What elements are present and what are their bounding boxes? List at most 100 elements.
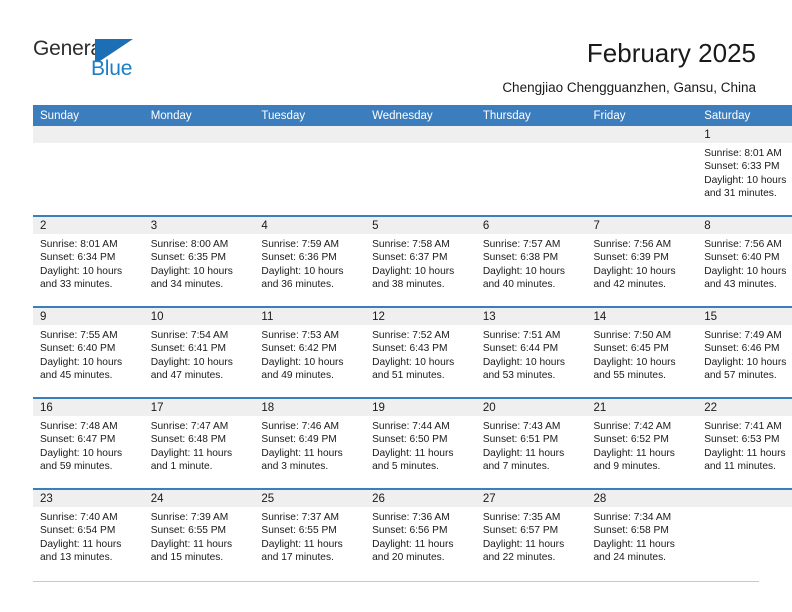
day-cell-inner: 22 Sunrise: 7:41 AM Sunset: 6:53 PM Dayligh… (697, 399, 792, 488)
day-number: 6 (475, 217, 587, 234)
calendar-day-cell-empty (254, 126, 366, 216)
day-cell-inner: 8 Sunrise: 7:56 AM Sunset: 6:40 PM Daylight… (697, 217, 792, 306)
sunset-text: Sunset: 6:43 PM (372, 343, 448, 355)
calendar-day-cell[interactable]: 11 Sunrise: 7:53 AM Sunset: 6:42 PM Dayligh… (254, 306, 366, 398)
calendar-day-cell[interactable]: 16 Sunrise: 7:48 AM Sunset: 6:47 PM Dayligh… (33, 397, 144, 489)
daylight-text: Daylight: 10 hours and 31 minutes. (704, 174, 787, 199)
day-number: 27 (475, 490, 587, 507)
sunrise-text: Sunrise: 7:37 AM (261, 512, 339, 523)
day-sun-info: Sunrise: 7:56 AM Sunset: 6:39 PM Daylight:… (587, 234, 698, 291)
calendar-day-cell-empty (586, 126, 698, 216)
day-sun-info: Sunrise: 7:52 AM Sunset: 6:43 PM Daylight:… (365, 325, 476, 382)
sunset-text: Sunset: 6:49 PM (261, 434, 337, 446)
brand-logo[interactable]: General Blue (33, 37, 173, 87)
calendar-day-cell[interactable]: 28 Sunrise: 7:34 AM Sunset: 6:58 PM Dayligh… (586, 488, 698, 579)
calendar-day-cell[interactable]: 21 Sunrise: 7:42 AM Sunset: 6:52 PM Dayligh… (586, 397, 698, 489)
calendar-day-cell[interactable]: 24 Sunrise: 7:39 AM Sunset: 6:55 PM Dayligh… (143, 488, 255, 579)
day-sun-info: Sunrise: 8:01 AM Sunset: 6:34 PM Daylight:… (33, 234, 144, 291)
day-number: 21 (586, 399, 698, 416)
calendar-day-cell-empty (33, 126, 144, 216)
calendar-day-cell[interactable]: 10 Sunrise: 7:54 AM Sunset: 6:41 PM Dayligh… (143, 306, 255, 398)
day-cell-inner: 1 Sunrise: 8:01 AM Sunset: 6:33 PM Daylight… (697, 126, 792, 215)
calendar-day-cell[interactable]: 1 Sunrise: 8:01 AM Sunset: 6:33 PM Daylight… (697, 126, 792, 216)
calendar-day-cell[interactable]: 12 Sunrise: 7:52 AM Sunset: 6:43 PM Dayligh… (365, 306, 476, 398)
calendar-day-cell[interactable]: 9 Sunrise: 7:55 AM Sunset: 6:40 PM Daylight… (33, 306, 144, 398)
day-cell-inner: 21 Sunrise: 7:42 AM Sunset: 6:52 PM Dayligh… (586, 399, 698, 488)
day-sun-info: Sunrise: 7:42 AM Sunset: 6:52 PM Daylight:… (587, 416, 698, 473)
sunrise-text: Sunrise: 7:53 AM (261, 330, 339, 341)
calendar-day-cell[interactable]: 5 Sunrise: 7:58 AM Sunset: 6:37 PM Daylight… (365, 215, 476, 307)
calendar-day-cell[interactable]: 27 Sunrise: 7:35 AM Sunset: 6:57 PM Dayligh… (475, 488, 587, 579)
daylight-text: Daylight: 10 hours and 55 minutes. (593, 356, 676, 381)
daylight-text: Daylight: 10 hours and 57 minutes. (704, 356, 787, 381)
day-sun-info: Sunrise: 7:51 AM Sunset: 6:44 PM Daylight:… (476, 325, 587, 382)
calendar-day-cell[interactable]: 6 Sunrise: 7:57 AM Sunset: 6:38 PM Daylight… (475, 215, 587, 307)
calendar-day-cell[interactable]: 7 Sunrise: 7:56 AM Sunset: 6:39 PM Daylight… (586, 215, 698, 307)
day-sun-info: Sunrise: 7:59 AM Sunset: 6:36 PM Daylight:… (254, 234, 365, 291)
sunrise-text: Sunrise: 7:48 AM (40, 421, 118, 432)
weekday-header-sunday: Sunday (33, 105, 144, 126)
sunrise-text: Sunrise: 7:52 AM (372, 330, 450, 341)
day-cell-inner: 24 Sunrise: 7:39 AM Sunset: 6:55 PM Dayligh… (143, 490, 255, 579)
day-number: 11 (254, 308, 366, 325)
calendar-week-row: 2 Sunrise: 8:01 AM Sunset: 6:34 PM Daylight… (33, 215, 792, 307)
day-cell-inner: 12 Sunrise: 7:52 AM Sunset: 6:43 PM Dayligh… (365, 308, 476, 397)
daylight-text: Daylight: 10 hours and 45 minutes. (40, 356, 123, 381)
day-number: 5 (365, 217, 476, 234)
day-number: 18 (254, 399, 366, 416)
sunset-text: Sunset: 6:56 PM (372, 525, 448, 537)
day-number (254, 126, 366, 143)
daylight-text: Daylight: 10 hours and 36 minutes. (261, 265, 344, 290)
day-sun-info: Sunrise: 7:37 AM Sunset: 6:55 PM Daylight:… (254, 507, 365, 564)
calendar-day-cell-empty (475, 126, 587, 216)
day-sun-info: Sunrise: 7:48 AM Sunset: 6:47 PM Daylight:… (33, 416, 144, 473)
calendar-day-cell[interactable]: 2 Sunrise: 8:01 AM Sunset: 6:34 PM Daylight… (33, 215, 144, 307)
day-cell-inner: 10 Sunrise: 7:54 AM Sunset: 6:41 PM Dayligh… (143, 308, 255, 397)
day-cell-inner: 27 Sunrise: 7:35 AM Sunset: 6:57 PM Dayligh… (475, 490, 587, 579)
day-cell-inner: 17 Sunrise: 7:47 AM Sunset: 6:48 PM Dayligh… (143, 399, 255, 488)
calendar-day-cell[interactable]: 19 Sunrise: 7:44 AM Sunset: 6:50 PM Dayligh… (365, 397, 476, 489)
calendar-day-cell[interactable]: 18 Sunrise: 7:46 AM Sunset: 6:49 PM Dayligh… (254, 397, 366, 489)
sunset-text: Sunset: 6:38 PM (482, 252, 559, 264)
day-cell-inner: 4 Sunrise: 7:59 AM Sunset: 6:36 PM Daylight… (254, 217, 366, 306)
sunrise-text: Sunrise: 8:00 AM (150, 239, 229, 250)
calendar-day-cell[interactable]: 23 Sunrise: 7:40 AM Sunset: 6:54 PM Dayligh… (33, 488, 144, 579)
day-number: 20 (475, 399, 587, 416)
calendar-day-cell[interactable]: 15 Sunrise: 7:49 AM Sunset: 6:46 PM Dayligh… (697, 306, 792, 398)
daylight-text: Daylight: 11 hours and 11 minutes. (704, 447, 786, 472)
day-number: 24 (143, 490, 255, 507)
day-cell-inner: 20 Sunrise: 7:43 AM Sunset: 6:51 PM Dayligh… (475, 399, 587, 488)
daylight-text: Daylight: 11 hours and 20 minutes. (372, 538, 454, 563)
sunrise-text: Sunrise: 8:01 AM (704, 148, 782, 159)
day-cell-inner (143, 126, 255, 215)
calendar-day-cell[interactable]: 20 Sunrise: 7:43 AM Sunset: 6:51 PM Dayligh… (475, 397, 587, 489)
calendar-day-cell[interactable]: 13 Sunrise: 7:51 AM Sunset: 6:44 PM Dayligh… (475, 306, 587, 398)
day-sun-info: Sunrise: 8:00 AM Sunset: 6:35 PM Daylight:… (144, 234, 255, 291)
day-sun-info: Sunrise: 7:50 AM Sunset: 6:45 PM Daylight:… (587, 325, 698, 382)
calendar-day-cell[interactable]: 3 Sunrise: 8:00 AM Sunset: 6:35 PM Daylight… (143, 215, 255, 307)
daylight-text: Daylight: 10 hours and 38 minutes. (372, 265, 455, 290)
day-number: 3 (143, 217, 255, 234)
calendar-day-cell[interactable]: 8 Sunrise: 7:56 AM Sunset: 6:40 PM Daylight… (697, 215, 792, 307)
calendar-day-cell[interactable]: 17 Sunrise: 7:47 AM Sunset: 6:48 PM Dayligh… (143, 397, 255, 489)
sunset-text: Sunset: 6:45 PM (593, 343, 669, 355)
day-sun-info: Sunrise: 7:58 AM Sunset: 6:37 PM Daylight:… (365, 234, 476, 291)
sunrise-text: Sunrise: 7:41 AM (704, 421, 782, 432)
day-number: 4 (254, 217, 366, 234)
weekday-header-thursday: Thursday (475, 105, 587, 126)
calendar-day-cell[interactable]: 14 Sunrise: 7:50 AM Sunset: 6:45 PM Dayligh… (586, 306, 698, 398)
sunset-text: Sunset: 6:58 PM (593, 525, 669, 537)
sunrise-text: Sunrise: 7:49 AM (704, 330, 782, 341)
calendar-day-cell[interactable]: 26 Sunrise: 7:36 AM Sunset: 6:56 PM Dayligh… (365, 488, 476, 579)
sunset-text: Sunset: 6:40 PM (40, 343, 116, 355)
calendar-day-cell[interactable]: 22 Sunrise: 7:41 AM Sunset: 6:53 PM Dayligh… (697, 397, 792, 489)
day-cell-inner (33, 126, 144, 215)
day-number: 12 (365, 308, 476, 325)
day-cell-inner: 15 Sunrise: 7:49 AM Sunset: 6:46 PM Dayligh… (697, 308, 792, 397)
weekday-header-tuesday: Tuesday (254, 105, 366, 126)
day-sun-info: Sunrise: 7:56 AM Sunset: 6:40 PM Daylight:… (697, 234, 792, 291)
calendar-day-cell[interactable]: 25 Sunrise: 7:37 AM Sunset: 6:55 PM Dayligh… (254, 488, 366, 579)
calendar-table: Sunday Monday Tuesday Wednesday Thursday… (33, 105, 792, 579)
sunset-text: Sunset: 6:39 PM (593, 252, 669, 264)
calendar-day-cell[interactable]: 4 Sunrise: 7:59 AM Sunset: 6:36 PM Daylight… (254, 215, 366, 307)
